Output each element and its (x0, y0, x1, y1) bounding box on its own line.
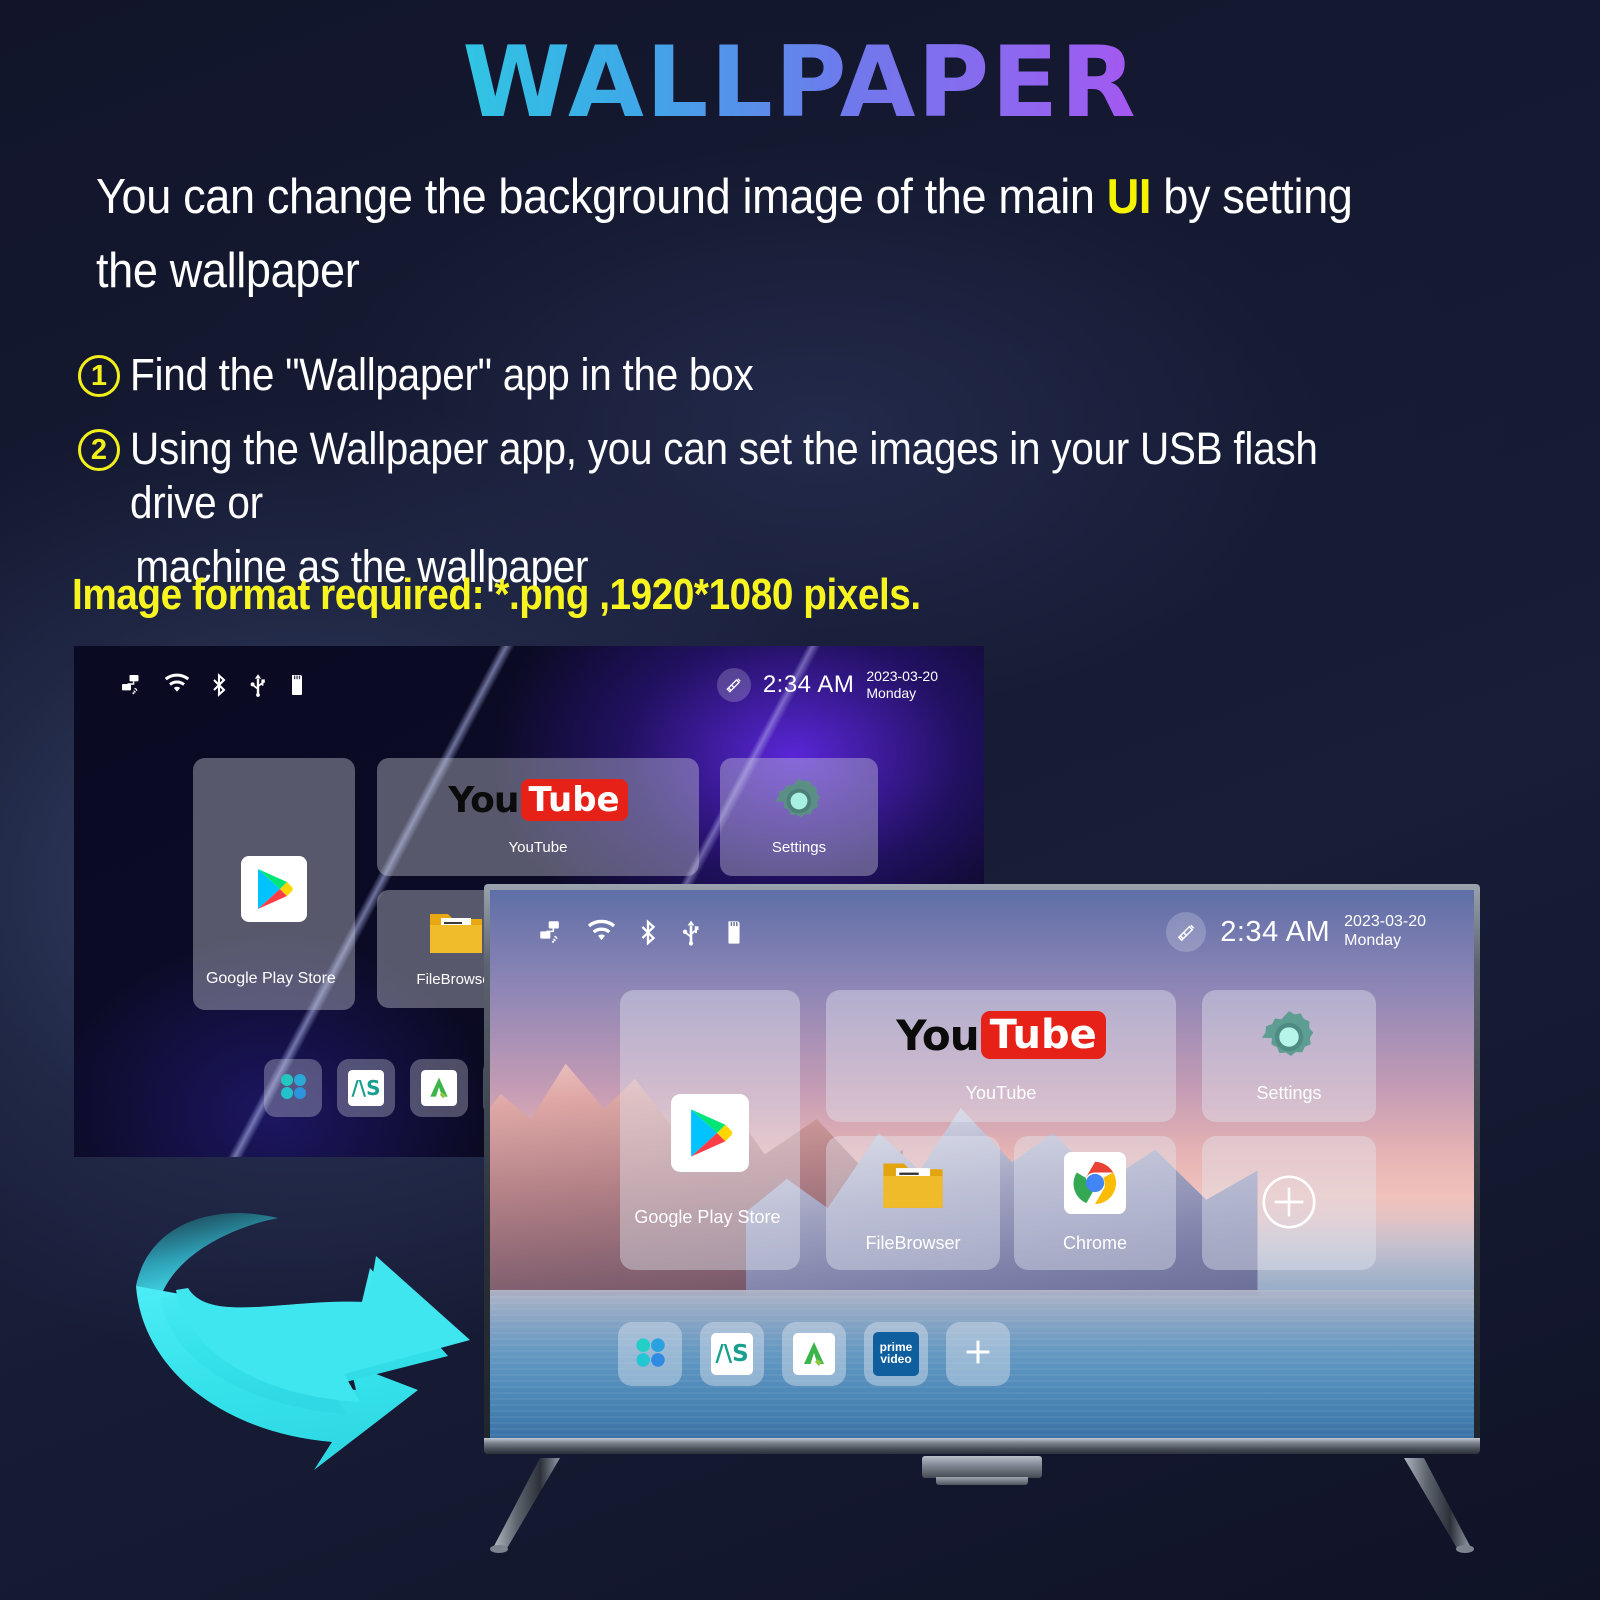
broom-icon[interactable] (1166, 912, 1207, 952)
youtube-icon: You Tube (896, 1004, 1106, 1066)
clock-time: 2:34 AM (762, 671, 855, 698)
sdcard-icon (724, 919, 744, 946)
step-text: Using the Wallpaper app, you can set the… (130, 422, 1379, 594)
google-play-icon (241, 856, 307, 922)
tile-settings[interactable]: Settings (720, 758, 878, 876)
format-requirement-note: Image format required: *.png ,1920*1080 … (72, 570, 921, 619)
wifi-icon (587, 919, 616, 946)
dock-item-aptoide[interactable] (410, 1059, 468, 1117)
folder-icon (427, 906, 485, 958)
tile-youtube[interactable]: You Tube YouTube (377, 758, 699, 876)
tile-google-play-store[interactable]: Google Play Store (193, 758, 355, 1010)
intro-paragraph: You can change the background image of t… (96, 160, 1402, 309)
bluetooth-icon (210, 673, 228, 697)
system-status-icons (120, 673, 306, 697)
dock-item-as[interactable]: /\S (337, 1059, 395, 1117)
aptoide-icon (421, 1070, 457, 1106)
usb-icon (680, 919, 702, 946)
tile-label: YouTube (965, 1083, 1037, 1103)
youtube-icon: You Tube (448, 774, 628, 826)
step-text: Find the "Wallpaper" app in the box (130, 348, 1379, 402)
tv-center-mount (922, 1456, 1042, 1485)
system-status-icons (538, 918, 744, 946)
as-icon: /\S (348, 1070, 384, 1106)
dock-item-as[interactable]: /\S (700, 1322, 764, 1386)
tile-label: YouTube (508, 839, 568, 856)
add-circle-icon (1259, 1172, 1319, 1232)
date-value: 2023-03-20 (1344, 913, 1426, 931)
usb-icon (248, 673, 268, 697)
dock-item-all-apps[interactable] (618, 1322, 682, 1386)
step-item: 1 Find the "Wallpaper" app in the box (78, 348, 1518, 402)
date-value: 2023-03-20 (866, 668, 938, 685)
ethernet-icon (538, 919, 565, 946)
apps-grid-icon (633, 1335, 667, 1374)
clock-time: 2:34 AM (1220, 915, 1331, 948)
tile-label: Settings (1256, 1083, 1322, 1103)
step-number-badge: 1 (78, 355, 120, 397)
as-icon: /\S (711, 1333, 753, 1375)
aptoide-icon (793, 1333, 835, 1375)
broom-icon[interactable] (716, 668, 751, 702)
tile-label: Settings (771, 839, 827, 856)
tile-filebrowser[interactable]: FileBrowser (826, 1136, 1000, 1270)
status-bar: 2:34 AM 2023-03-20 Monday (490, 890, 1474, 974)
tv-stand (484, 1454, 1480, 1584)
chrome-icon (1064, 1152, 1126, 1214)
curved-arrow-icon (118, 1190, 538, 1470)
clock-area: 2:34 AM 2023-03-20 Monday (716, 668, 938, 702)
tile-google-play-store[interactable]: Google Play Store (620, 990, 800, 1270)
google-play-icon (671, 1094, 749, 1172)
dock-item-aptoide[interactable] (782, 1322, 846, 1386)
plus-icon (962, 1336, 994, 1373)
clock-date: 2023-03-20 Monday (866, 668, 938, 701)
bluetooth-icon (638, 918, 658, 946)
prime-video-icon: prime video (873, 1332, 919, 1376)
settings-gear-icon (772, 774, 826, 828)
tile-settings[interactable]: Settings (1202, 990, 1376, 1122)
step-item: 2 Using the Wallpaper app, you can set t… (78, 422, 1518, 594)
step-text-line1: Find the "Wallpaper" app in the box (130, 349, 754, 400)
dock-bar: /\S prime video (618, 1322, 1010, 1386)
tv-panel-screen[interactable]: 2:34 AM 2023-03-20 Monday Google Play St… (490, 890, 1474, 1438)
tv-device: 2:34 AM 2023-03-20 Monday Google Play St… (484, 884, 1480, 1553)
clock-date: 2023-03-20 Monday (1344, 913, 1426, 951)
tile-label: Google Play Store (634, 1207, 781, 1227)
tile-label: FileBrowser (865, 1233, 961, 1253)
folder-icon (880, 1154, 946, 1214)
tile-label: Chrome (1062, 1233, 1128, 1253)
intro-text-before: You can change the background image of t… (96, 170, 1107, 224)
page-title: WALLPAPER (0, 32, 1600, 135)
clock-area: 2:34 AM 2023-03-20 Monday (1166, 912, 1426, 952)
weekday-value: Monday (1344, 932, 1402, 949)
step-number-badge: 2 (78, 429, 120, 471)
tile-youtube[interactable]: You Tube YouTube (826, 990, 1176, 1122)
tile-label: Google Play Store (205, 970, 336, 987)
dock-item-add[interactable] (946, 1322, 1010, 1386)
dock-item-all-apps[interactable] (264, 1059, 322, 1117)
weekday-value: Monday (866, 685, 917, 701)
launcher-screenshot-after: 2:34 AM 2023-03-20 Monday Google Play St… (490, 890, 1474, 1438)
intro-highlight-ui: UI (1106, 170, 1152, 224)
tile-chrome[interactable]: Chrome (1014, 1136, 1176, 1270)
sdcard-icon (288, 673, 306, 697)
dock-item-prime-video[interactable]: prime video (864, 1322, 928, 1386)
tv-chin (484, 1438, 1480, 1454)
settings-gear-icon (1258, 1006, 1320, 1068)
tile-add-app[interactable] (1202, 1136, 1376, 1270)
step-text-line1: Using the Wallpaper app, you can set the… (130, 423, 1318, 528)
wifi-icon (164, 673, 190, 697)
apps-grid-icon (278, 1071, 308, 1106)
status-bar: 2:34 AM 2023-03-20 Monday (74, 646, 984, 724)
ethernet-icon (120, 673, 144, 697)
